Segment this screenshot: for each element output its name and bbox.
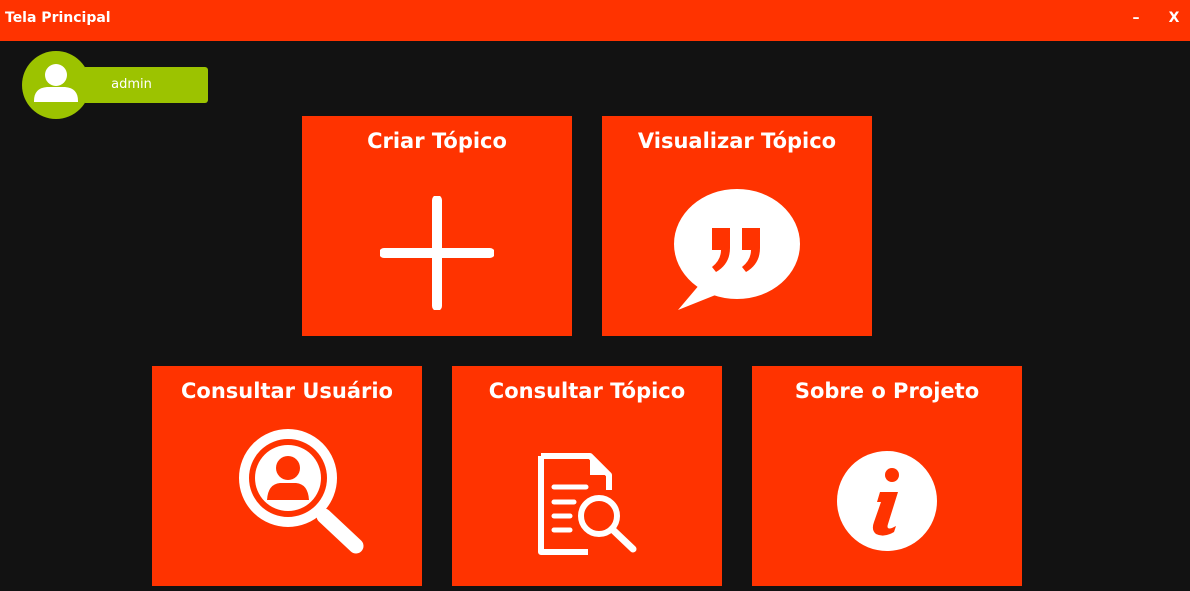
minimize-button[interactable]: – [1125,8,1147,30]
tile-visualizar-topico[interactable]: Visualizar Tópico [602,116,872,336]
tile-label: Visualizar Tópico [637,129,837,153]
tile-sobre-projeto[interactable]: Sobre o Projeto [752,366,1022,586]
tile-label: Criar Tópico [367,129,507,153]
user-name-badge: admin [85,67,208,103]
tile-consultar-usuario[interactable]: Consultar Usuário [152,366,422,586]
document-search-icon [538,453,637,555]
window-title: Tela Principal [5,10,111,26]
tile-label: Consultar Tópico [488,379,686,403]
tile-label: Consultar Usuário [181,379,393,403]
close-button[interactable]: X [1163,8,1185,30]
tile-consultar-topico[interactable]: Consultar Tópico [452,366,722,586]
title-bar: Tela Principal – X [0,0,1190,41]
user-name: admin [111,77,152,92]
speech-bubble-quote-icon [674,189,800,310]
user-icon [34,64,78,102]
tile-criar-topico[interactable]: Criar Tópico [302,116,572,336]
plus-icon [380,196,494,310]
info-icon [837,451,937,551]
avatar [22,51,90,119]
search-user-icon [239,429,364,554]
tile-label: Sobre o Projeto [794,379,980,403]
